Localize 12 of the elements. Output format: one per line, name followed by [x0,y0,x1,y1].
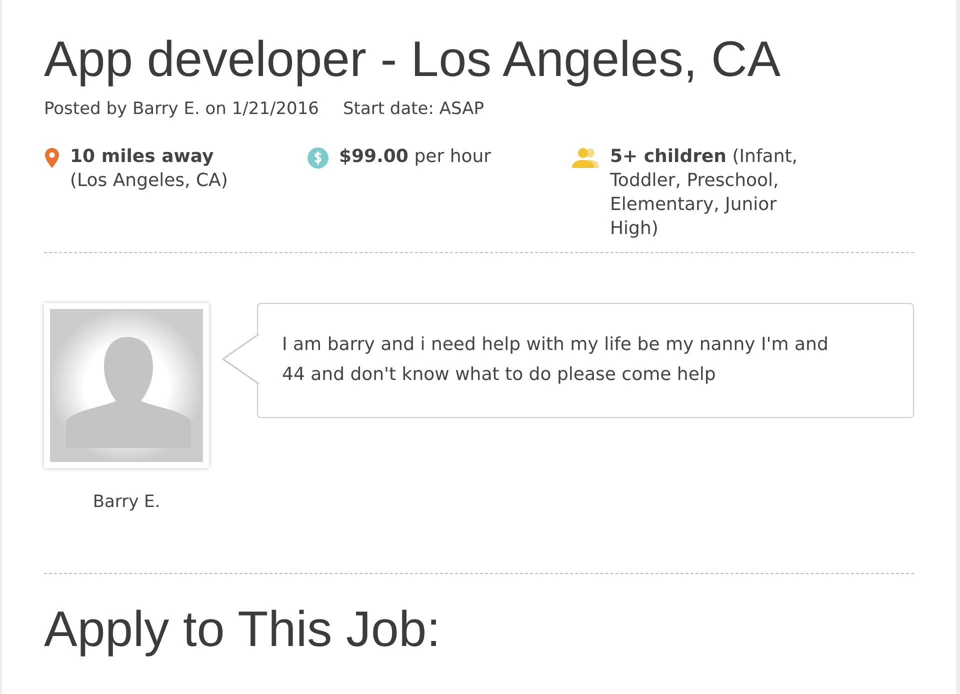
detail-text: 10 miles away (Los Angeles, CA) [70,144,229,193]
detail-text: 5+ children (Infant, Toddler, Preschool, Elementary, Junior High) [610,144,799,242]
poster-name: Barry E. [92,490,160,514]
posted-by-text: Posted by Barry E. on 1/21/2016 [44,98,319,121]
apply-heading: Apply to This Job: [44,602,442,658]
detail-text: $99.00 per hour [339,144,492,168]
message-text: I am barry and i need help with my life be my nanny I'm and 44 and don't know what to do please come help [282,334,828,386]
job-title: App developer - Los Angeles, CA [44,32,782,87]
dollar-icon [307,146,329,168]
start-date-text: Start date: ASAP [343,98,484,121]
people-icon [572,146,600,168]
map-pin-icon [44,146,60,168]
